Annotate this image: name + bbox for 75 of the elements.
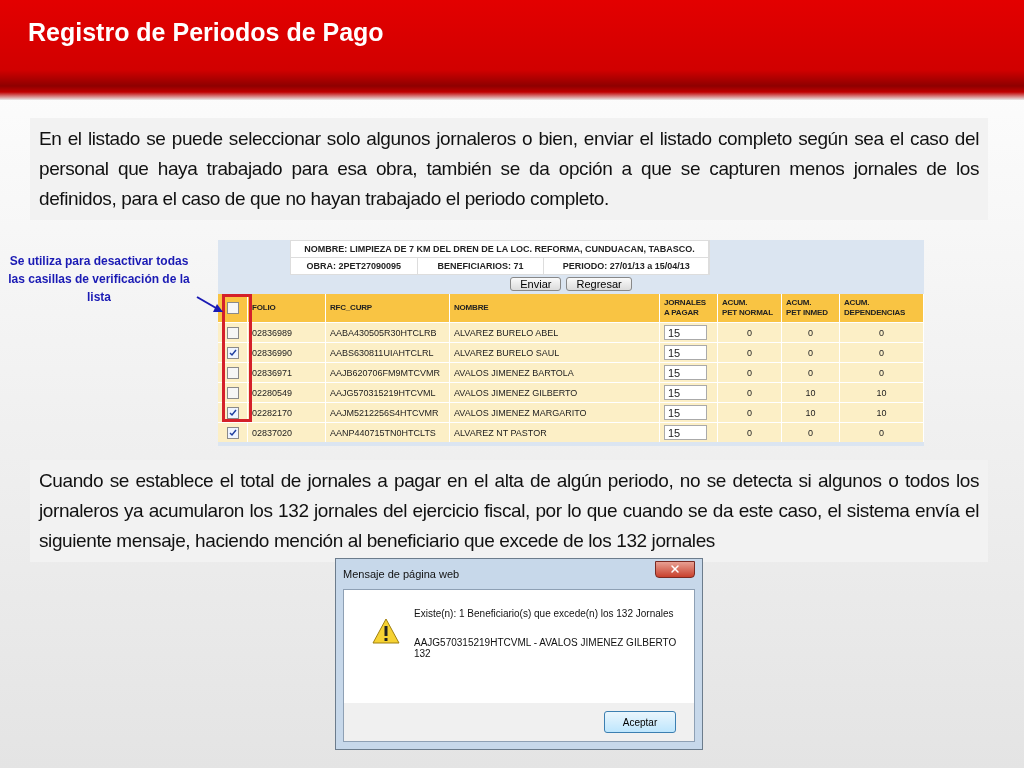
column-header: ACUM. DEPENDENCIAS [840,294,924,322]
table-cell: 0 [718,342,782,362]
annotation-note: Se utiliza para desactivar todas las casillas de verificación de la lista [7,253,191,306]
table-cell: 0 [782,342,840,362]
table-cell: ALVAREZ NT PASTOR [450,422,660,442]
slide-title: Registro de Periodos de Pago [28,18,384,47]
table-cell: AANP440715TN0HTCLTS [326,422,450,442]
table-cell: 0 [718,362,782,382]
column-header: ACUM. PET NORMAL [718,294,782,322]
table-cell: 0 [840,342,924,362]
table-cell: AAJG570315219HTCVML [326,382,450,402]
table-cell: 10 [840,402,924,422]
warning-icon [372,618,400,644]
jornales-field[interactable]: 15 [664,385,707,400]
table-cell: 02280549 [248,382,326,402]
table-cell: 0 [718,322,782,342]
explanation-text: Cuando se establece el total de jornales a pagar en el alta de algún periodo, no se detecta si algunos o todos los jornaleros ya acumularon los 132 jornales del ejercicio fiscal, por lo que cuando se da este caso, el sistema envía el siguiente mensaje, haciendo mención al beneficiario que excede de los 132 jornales [30,460,988,562]
row-checkbox[interactable] [226,386,239,399]
table-cell: 0 [718,382,782,402]
intro-text: En el listado se puede seleccionar solo algunos jornaleros o bien, enviar el listado completo según sea el caso del personal que haya trabajado para esa obra, también se da opción a que se capturen menos jornales de los definidos, para el caso de que no hayan trabajado el periodo completo. [30,118,988,220]
row-checkbox[interactable] [226,426,239,439]
close-button[interactable] [655,560,695,578]
dialog-detail: 132 [414,648,432,659]
table-cell: 0 [840,322,924,342]
dialog-detail: AAJG570315219HTCVML - AVALOS JIMENEZ GILBERTO [414,637,677,648]
table-cell: 0 [840,362,924,382]
info-cell: PERIODO: 27/01/13 a 15/04/13 [544,258,709,274]
table-cell: AVALOS JIMENEZ MARGARITO [450,402,660,422]
table-cell: AVALOS JIMENEZ GILBERTO [450,382,660,402]
table-cell: AVALOS JIMENEZ BARTOLA [450,362,660,382]
table-cell: 02282170 [248,402,326,422]
row-checkbox[interactable] [226,366,239,379]
table-cell: 10 [782,402,840,422]
table-cell: 02836990 [248,342,326,362]
table-cell: AAJM5212256S4HTCVMR [326,402,450,422]
info-cell: NOMBRE: LIMPIEZA DE 7 KM DEL DREN DE LA LOC. REFORMA, CUNDUACAN, TABASCO. [291,241,709,257]
table-cell: 10 [782,382,840,402]
table-cell: AABA430505R30HTCLRB [326,322,450,342]
column-header: NOMBRE [450,294,660,322]
table-cell: 0 [718,422,782,442]
table-cell: AAJB620706FM9MTCVMR [326,362,450,382]
table-cell: 10 [840,382,924,402]
table-cell: 0 [782,322,840,342]
dialog-title: Mensaje de página web [343,568,460,580]
table-cell: AABS630811UIAHTCLRL [326,342,450,362]
back-button[interactable]: Regresar [566,277,632,291]
close-icon [669,563,681,575]
row-checkbox[interactable] [226,326,239,339]
row-checkbox[interactable] [226,346,239,359]
column-header: ACUM. PET INMED [782,294,840,322]
jornales-field[interactable]: 15 [664,345,707,360]
dialog-message: Existe(n): 1 Beneficiario(s) que excede(n) los 132 Jornales [414,608,675,619]
table-cell: 0 [840,422,924,442]
jornales-field[interactable]: 15 [664,365,707,380]
table-cell: 0 [718,402,782,422]
pointer-arrow [196,296,224,314]
jornales-field[interactable]: 15 [664,405,707,420]
table-cell: 02836989 [248,322,326,342]
table-cell: 0 [782,362,840,382]
jornales-field[interactable]: 15 [664,425,707,440]
select-all-checkbox[interactable] [226,302,239,314]
table-cell: 02837020 [248,422,326,442]
info-cell: BENEFICIARIOS: 71 [417,258,545,274]
send-button[interactable]: Enviar [510,277,562,291]
table-cell: ALVAREZ BURELO ABEL [450,322,660,342]
column-header: FOLIO [248,294,326,322]
accept-button[interactable]: Aceptar [604,711,676,733]
column-header: RFC_CURP [326,294,450,322]
table-cell: 0 [782,422,840,442]
table-cell: ALVAREZ BURELO SAUL [450,342,660,362]
table-cell: 02836971 [248,362,326,382]
column-header: JORNALES A PAGAR [660,294,718,322]
jornales-field[interactable]: 15 [664,325,707,340]
info-cell: OBRA: 2PET27090095 [291,258,418,274]
row-checkbox[interactable] [226,406,239,419]
